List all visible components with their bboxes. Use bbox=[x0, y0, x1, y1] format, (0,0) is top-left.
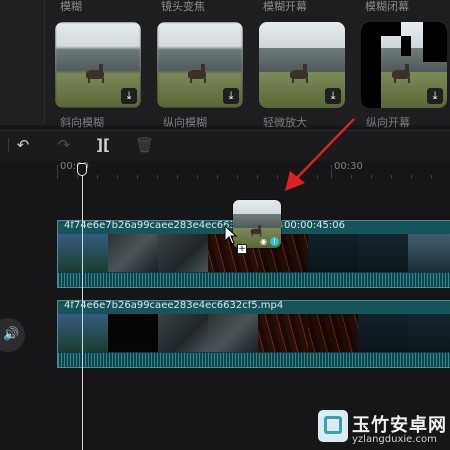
split-icon[interactable]: ][ bbox=[94, 136, 112, 154]
info-icon: i bbox=[270, 237, 279, 246]
audio-waveform bbox=[58, 273, 450, 287]
transition-label-blur-close: 模糊闭幕 bbox=[365, 0, 409, 13]
delete-icon[interactable]: 🗑 bbox=[135, 136, 154, 154]
download-icon[interactable]: ⤓ bbox=[223, 88, 239, 104]
undo-icon[interactable]: ↶ bbox=[14, 136, 32, 154]
transition-tile-slight-zoom[interactable]: ⤓ bbox=[259, 22, 345, 108]
playhead-line bbox=[82, 170, 83, 450]
transition-tile-diagonal-blur[interactable]: ⤓ bbox=[55, 22, 141, 108]
transition-tile-vertical-blur[interactable]: ⤓ bbox=[157, 22, 243, 108]
annotation-arrow-icon bbox=[285, 118, 355, 191]
transition-label-blur: 模糊 bbox=[60, 0, 82, 13]
add-cursor-icon: + bbox=[237, 244, 247, 254]
transition-label-blur-open: 模糊开幕 bbox=[263, 0, 307, 13]
redo-icon[interactable]: ↷ bbox=[55, 136, 73, 154]
panel-left-strip bbox=[0, 0, 44, 125]
download-icon[interactable]: ⤓ bbox=[325, 88, 341, 104]
speaker-icon: 🔊 bbox=[3, 327, 20, 342]
track-mute-button[interactable]: 🔊 bbox=[0, 318, 25, 352]
transition-label-vertical-blur: 纵向模糊 bbox=[163, 116, 207, 129]
audio-waveform bbox=[58, 353, 450, 367]
download-icon[interactable]: ⤓ bbox=[427, 88, 443, 104]
download-icon[interactable]: ⤓ bbox=[121, 88, 137, 104]
clip-filmstrip bbox=[58, 314, 450, 352]
camera-icon: ◉ bbox=[260, 237, 267, 246]
mouse-cursor-icon bbox=[224, 225, 238, 245]
panel-divider bbox=[44, 0, 45, 125]
transition-label-diagonal-blur: 斜向模糊 bbox=[60, 116, 104, 129]
watermark-url: yzlangduxie.com bbox=[352, 434, 437, 445]
clip-duration: 00:00:45:06 bbox=[284, 220, 346, 231]
transition-label-vertical-open: 纵向开幕 bbox=[366, 116, 410, 129]
toolbar-separator bbox=[8, 138, 9, 152]
transition-label-zoom: 镜头变焦 bbox=[161, 0, 205, 13]
playhead-handle[interactable] bbox=[77, 163, 87, 176]
transition-tile-vertical-open[interactable]: ⤓ bbox=[361, 22, 447, 108]
dragged-transition[interactable]: ◉ i bbox=[233, 200, 281, 248]
watermark-logo bbox=[318, 410, 348, 442]
clip-header: 4f74e6e7b26a99caee283e4ec6632cf5.mp4 bbox=[58, 301, 450, 314]
video-clip-lower[interactable]: 4f74e6e7b26a99caee283e4ec6632cf5.mp4 bbox=[57, 300, 450, 368]
clip-filename: 4f74e6e7b26a99caee283e4ec6632cf5.mp4 bbox=[64, 300, 284, 311]
